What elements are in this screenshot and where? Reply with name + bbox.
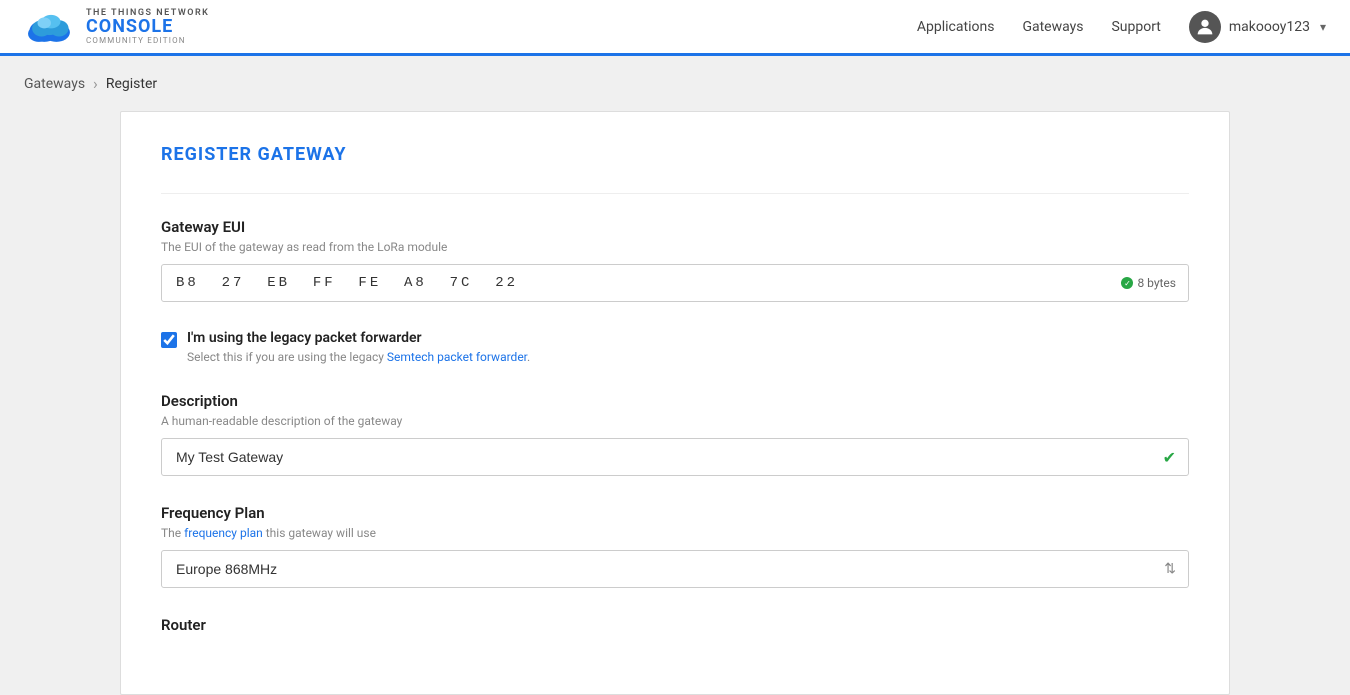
header-left: THE THINGS NETWORK CONSOLE COMMUNITY EDI…	[24, 8, 209, 45]
brand-text: THE THINGS NETWORK CONSOLE COMMUNITY EDI…	[86, 8, 209, 45]
description-valid-icon: ✔	[1151, 448, 1188, 467]
page-title: REGISTER GATEWAY	[161, 144, 1189, 165]
nav-gateways[interactable]: Gateways	[1022, 19, 1083, 35]
brand-console-label: CONSOLE	[86, 18, 209, 36]
eui-valid-icon	[1121, 277, 1133, 289]
legacy-desc-suffix: .	[527, 350, 530, 364]
description-group: Description A human-readable description…	[161, 392, 1189, 476]
freq-desc-prefix: The	[161, 526, 184, 540]
breadcrumb-gateways[interactable]: Gateways	[24, 76, 85, 92]
breadcrumb-separator: ›	[93, 74, 98, 93]
header: THE THINGS NETWORK CONSOLE COMMUNITY EDI…	[0, 0, 1350, 56]
eui-byte-count: 8 bytes	[1137, 276, 1176, 290]
gateway-eui-input[interactable]	[162, 265, 1188, 301]
eui-byte-badge: 8 bytes	[1121, 276, 1176, 290]
legacy-forwarder-group: I'm using the legacy packet forwarder Se…	[161, 330, 1189, 364]
gateway-eui-description: The EUI of the gateway as read from the …	[161, 240, 1189, 254]
logo: THE THINGS NETWORK CONSOLE COMMUNITY EDI…	[24, 8, 209, 45]
legacy-desc-prefix: Select this if you are using the legacy	[187, 350, 387, 364]
checkbox-row: I'm using the legacy packet forwarder Se…	[161, 330, 1189, 364]
form-divider	[161, 193, 1189, 194]
description-input[interactable]	[162, 439, 1151, 475]
frequency-plan-label: Frequency Plan	[161, 504, 1189, 522]
frequency-plan-select[interactable]: Europe 868MHz US 915MHz AU 915-928MHz AS…	[162, 551, 1152, 587]
gateway-eui-label: Gateway EUI	[161, 218, 1189, 236]
frequency-plan-select-wrapper: Europe 868MHz US 915MHz AU 915-928MHz AS…	[161, 550, 1189, 588]
description-input-wrapper: ✔	[161, 438, 1189, 476]
user-icon	[1194, 16, 1216, 38]
breadcrumb-current: Register	[106, 76, 157, 92]
freq-desc-suffix: this gateway will use	[263, 526, 376, 540]
nav-support[interactable]: Support	[1111, 19, 1160, 35]
gateway-eui-input-wrapper: 8 bytes	[161, 264, 1189, 302]
frequency-plan-description: The frequency plan this gateway will use	[161, 526, 1189, 540]
register-gateway-form: REGISTER GATEWAY Gateway EUI The EUI of …	[120, 111, 1230, 695]
legacy-forwarder-description: Select this if you are using the legacy …	[187, 350, 530, 364]
router-label: Router	[161, 616, 1189, 634]
main-wrapper: REGISTER GATEWAY Gateway EUI The EUI of …	[0, 111, 1350, 695]
legacy-forwarder-label: I'm using the legacy packet forwarder	[187, 330, 530, 346]
breadcrumb: Gateways › Register	[0, 56, 1350, 111]
router-group: Router	[161, 616, 1189, 634]
checkbox-content: I'm using the legacy packet forwarder Se…	[187, 330, 530, 364]
user-menu[interactable]: makoooy123 ▾	[1189, 11, 1326, 43]
chevron-down-icon: ▾	[1320, 20, 1326, 34]
frequency-plan-group: Frequency Plan The frequency plan this g…	[161, 504, 1189, 588]
description-label: Description	[161, 392, 1189, 410]
nav-applications[interactable]: Applications	[917, 19, 995, 35]
gateway-eui-group: Gateway EUI The EUI of the gateway as re…	[161, 218, 1189, 302]
select-arrows-icon: ⇅	[1152, 561, 1188, 577]
frequency-plan-link[interactable]: frequency plan	[184, 526, 263, 540]
legacy-forwarder-checkbox[interactable]	[161, 332, 177, 348]
cloud-icon	[24, 9, 78, 45]
avatar	[1189, 11, 1221, 43]
brand-edition-label: COMMUNITY EDITION	[86, 36, 209, 45]
semtech-link[interactable]: Semtech packet forwarder	[387, 350, 527, 364]
description-desc: A human-readable description of the gate…	[161, 414, 1189, 428]
header-nav: Applications Gateways Support makoooy123…	[917, 11, 1326, 43]
username: makoooy123	[1229, 19, 1310, 35]
